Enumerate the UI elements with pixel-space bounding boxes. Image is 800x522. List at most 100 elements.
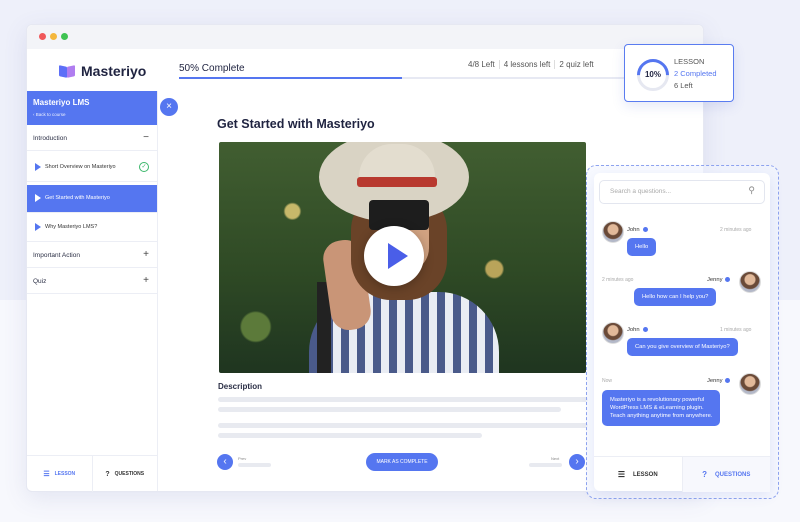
description-placeholder-line xyxy=(218,407,561,412)
tab-label: LESSON xyxy=(633,471,658,478)
avatar-john xyxy=(602,221,624,243)
chat-name: Jenny xyxy=(707,378,731,384)
window-maximize-dot[interactable] xyxy=(61,33,68,40)
lesson-item-get-started[interactable]: Get Started with Masteriyo xyxy=(27,185,157,213)
lesson-label: Get Started with Masteriyo xyxy=(45,195,110,201)
chat-bubble: Hello xyxy=(627,238,657,256)
chat-time: 2 minutes ago xyxy=(602,277,634,283)
course-sidebar: Masteriyo LMS ‹ Back to course × Introdu… xyxy=(27,91,178,492)
lesson-card-label: LESSON xyxy=(674,57,705,66)
progress-label: 50% Complete xyxy=(179,63,245,74)
search-icon[interactable]: ⚲ xyxy=(748,185,755,196)
verified-icon xyxy=(642,227,648,232)
chat-bubble: Hello how can I help you? xyxy=(634,288,717,306)
close-sidebar-button[interactable]: × xyxy=(160,98,178,116)
check-circle-icon: ✓ xyxy=(139,162,149,172)
play-icon xyxy=(388,243,408,269)
prev-title-placeholder xyxy=(238,463,271,467)
chat-time: 1 minutes ago xyxy=(720,327,752,333)
mark-as-complete-button[interactable]: MARK AS COMPLETE xyxy=(366,453,438,471)
question-icon: ? xyxy=(702,470,708,479)
lesson-title: Get Started with Masteriyo xyxy=(217,117,375,131)
sidebar-tabs: ☰ LESSON ? QUESTIONS xyxy=(27,455,157,492)
search-placeholder: Search a questions... xyxy=(610,188,672,195)
lesson-card-left: 6 Left xyxy=(674,81,693,90)
list-icon: ☰ xyxy=(43,471,50,478)
chat-name: Jenny xyxy=(707,277,731,283)
lesson-card-completed: 2 Completed xyxy=(674,69,717,78)
tab-label: LESSON xyxy=(54,471,76,477)
play-icon xyxy=(35,163,41,171)
chat-name: John xyxy=(627,327,648,333)
back-to-course-link[interactable]: ‹ Back to course xyxy=(33,112,66,117)
chat-time: Now xyxy=(602,378,613,384)
video-player[interactable] xyxy=(219,142,586,373)
chat-bubble: Masteriyo is a revolutionary powerful Wo… xyxy=(602,390,721,426)
questions-panel-tabs: ☰ LESSON ? QUESTIONS xyxy=(594,456,770,492)
chat-bubble-line: Teach anything anytime from anywhere. xyxy=(610,413,713,419)
stat-total-left: 4/8 Left xyxy=(468,60,495,69)
questions-panel: Search a questions... ⚲ John 2 minutes a… xyxy=(594,173,770,492)
verified-icon xyxy=(725,277,731,282)
window-titlebar xyxy=(27,25,703,49)
section-quiz[interactable]: Quiz + xyxy=(27,271,157,294)
next-button[interactable]: › xyxy=(569,454,585,470)
course-header: Masteriyo LMS ‹ Back to course xyxy=(27,91,157,125)
masteriyo-logo-icon xyxy=(59,64,75,78)
lesson-label: Why Masteriyo LMS? xyxy=(45,224,98,230)
back-link-label: Back to course xyxy=(35,112,66,117)
question-search-input[interactable]: Search a questions... ⚲ xyxy=(599,180,765,204)
tab-questions[interactable]: ? QUESTIONS xyxy=(681,457,770,492)
section-title: Introduction xyxy=(33,135,67,142)
prev-button[interactable]: ‹ xyxy=(217,454,233,470)
play-icon xyxy=(35,223,41,231)
avatar-jenny xyxy=(739,373,761,395)
description-placeholder-line xyxy=(218,423,588,428)
avatar-jenny xyxy=(739,271,761,293)
avatar-john xyxy=(602,322,624,344)
lesson-label: Short Overview on Masteriyo xyxy=(45,164,116,170)
tab-label: QUESTIONS xyxy=(114,471,145,477)
window-minimize-dot[interactable] xyxy=(50,33,57,40)
stat-quiz-left: 2 quiz left xyxy=(554,60,597,69)
collapse-icon[interactable]: − xyxy=(143,132,149,143)
expand-icon[interactable]: + xyxy=(143,249,149,260)
lesson-item-short-overview[interactable]: Short Overview on Masteriyo ✓ xyxy=(27,154,157,182)
description-placeholder-line xyxy=(218,397,588,402)
expand-icon[interactable]: + xyxy=(143,275,149,286)
stat-lessons-left: 4 lessons left xyxy=(498,60,555,69)
list-icon: ☰ xyxy=(617,470,625,479)
description-placeholder-line xyxy=(218,433,482,438)
tab-lesson[interactable]: ☰ LESSON xyxy=(594,457,682,492)
app-logo: Masteriyo xyxy=(59,63,146,79)
play-button[interactable] xyxy=(364,226,424,286)
tab-lesson[interactable]: ☰ LESSON xyxy=(27,456,92,492)
progress-bar xyxy=(179,77,625,79)
lesson-item-why-masteriyo[interactable]: Why Masteriyo LMS? xyxy=(27,214,157,242)
lesson-progress-card: 10% LESSON 2 Completed 6 Left xyxy=(624,44,734,102)
verified-icon xyxy=(642,327,648,332)
tab-questions[interactable]: ? QUESTIONS xyxy=(91,456,158,492)
description-title: Description xyxy=(218,382,263,391)
section-title: Important Action xyxy=(33,252,80,259)
window-close-dot[interactable] xyxy=(39,33,46,40)
play-icon xyxy=(35,194,41,202)
section-introduction[interactable]: Introduction − xyxy=(27,128,157,151)
tab-label: QUESTIONS xyxy=(715,471,751,478)
progress-ring-percent: 10% xyxy=(644,70,661,79)
video-thumbnail-hat-band xyxy=(357,177,437,187)
progress-stats: 4/8 Left 4 lessons left 2 quiz left xyxy=(464,60,598,69)
progress-bar-fill xyxy=(179,77,402,79)
prev-label: Prev xyxy=(238,456,247,461)
section-important-action[interactable]: Important Action + xyxy=(27,245,157,268)
chat-time: 2 minutes ago xyxy=(720,227,752,233)
next-label: Next xyxy=(551,456,560,461)
chat-bubble-line: WordPress LMS & eLearning plugin. xyxy=(610,405,704,411)
verified-icon xyxy=(725,378,731,383)
next-title-placeholder xyxy=(529,463,562,467)
app-name: Masteriyo xyxy=(81,63,147,79)
chat-name: John xyxy=(627,227,648,233)
chat-bubble: Can you give overview of Masteriyo? xyxy=(627,338,738,356)
chat-bubble-line: Masteriyo is a revolutionary powerful xyxy=(610,397,705,403)
question-icon: ? xyxy=(105,470,110,478)
